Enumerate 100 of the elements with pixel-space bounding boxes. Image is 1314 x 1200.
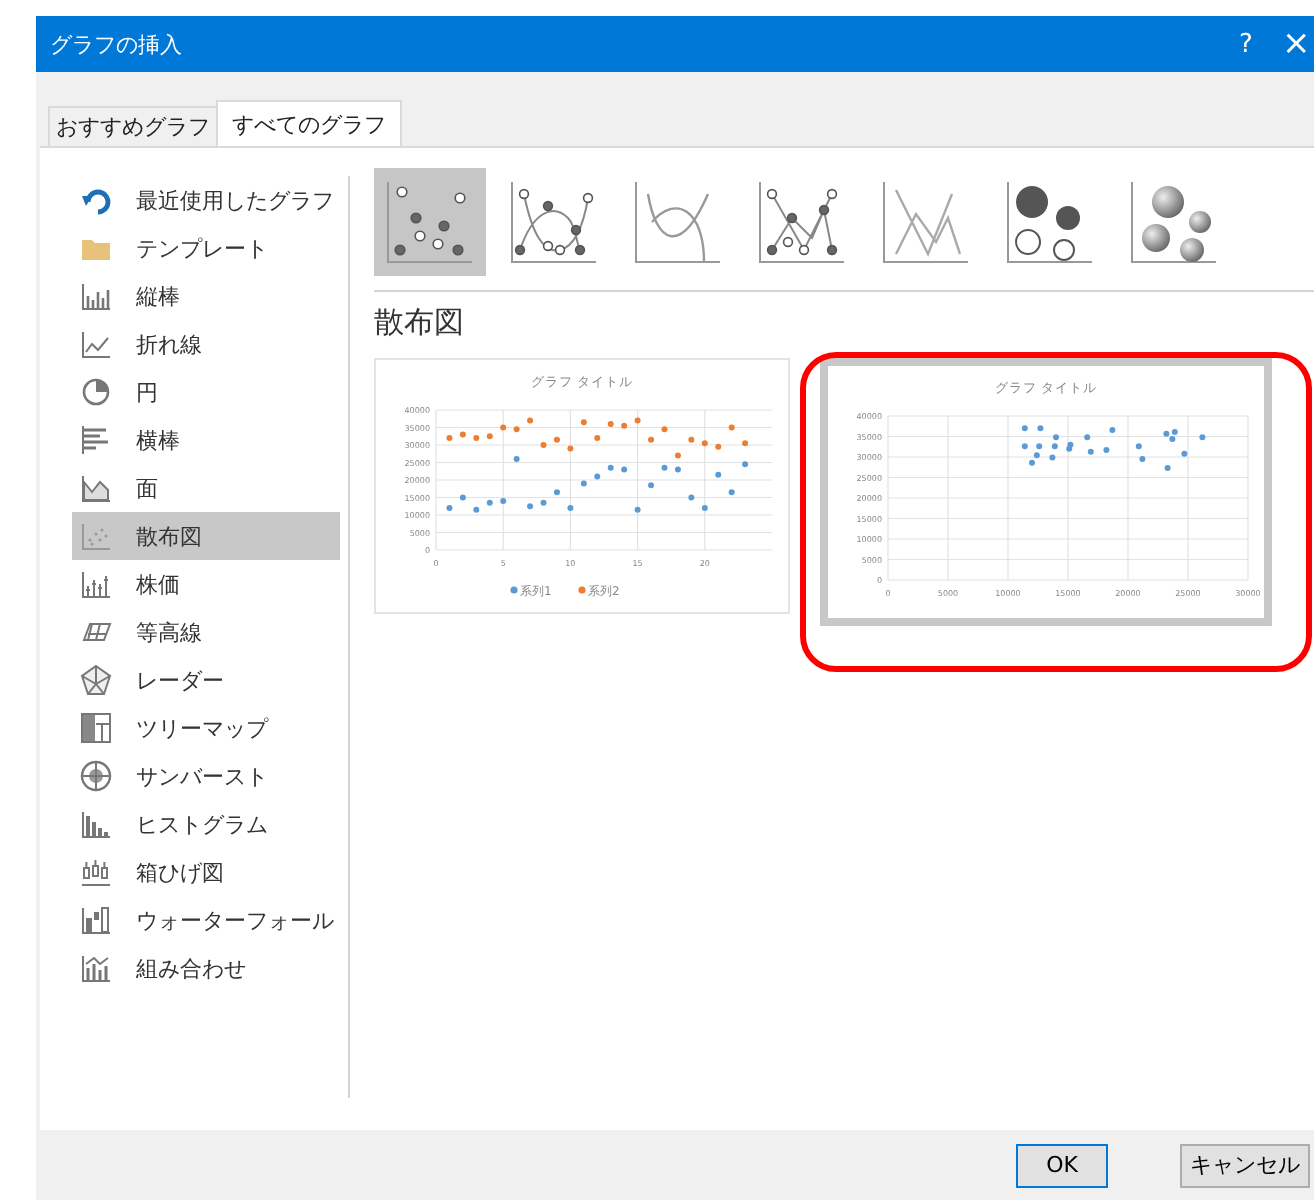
data-point [540, 499, 547, 506]
data-point [527, 503, 534, 510]
data-point [594, 473, 601, 480]
pie-chart-icon [80, 376, 112, 408]
data-point [1021, 425, 1028, 432]
data-point [580, 419, 587, 426]
data-point [1164, 465, 1171, 472]
data-point [621, 422, 628, 429]
data-point [594, 435, 601, 441]
data-point [486, 499, 493, 506]
data-point [473, 435, 480, 441]
combo-chart-icon [80, 952, 112, 984]
data-point [446, 505, 453, 511]
data-point [500, 498, 507, 504]
data-point [688, 436, 695, 443]
sidebar-item[interactable]: 円 [72, 368, 340, 416]
sidebar-item[interactable]: 横棒 [72, 416, 340, 464]
data-point [527, 417, 534, 424]
data-point [688, 494, 695, 501]
line-chart-icon [80, 328, 112, 360]
data-point [674, 466, 681, 473]
data-point [742, 440, 749, 447]
treemap-icon [80, 712, 112, 744]
column-chart-icon [80, 280, 112, 312]
data-point [567, 445, 574, 452]
sidebar-item[interactable]: 組み合わせ [72, 944, 340, 992]
sidebar-item[interactable]: 散布図 [72, 512, 340, 560]
data-point [500, 424, 507, 431]
sidebar-item[interactable]: サンバースト [72, 752, 340, 800]
sidebar-item[interactable]: 株価 [72, 560, 340, 608]
help-button[interactable]: ? [1234, 29, 1258, 59]
data-point [580, 480, 587, 487]
data-point [728, 424, 735, 431]
sidebar-item[interactable]: 折れ線 [72, 320, 340, 368]
sidebar-item[interactable]: テンプレート [72, 224, 340, 272]
data-point [634, 506, 641, 513]
data-point [621, 466, 628, 473]
section-title: 散布図 [374, 304, 466, 342]
histogram-icon [80, 808, 112, 840]
data-point [1087, 448, 1094, 455]
area-chart-icon [80, 472, 112, 504]
data-point [473, 506, 480, 513]
box-plot-icon [80, 856, 112, 888]
data-point [648, 436, 655, 443]
cancel-button[interactable]: キャンセル [1180, 1143, 1310, 1187]
data-point [701, 440, 708, 447]
data-point [1135, 443, 1142, 450]
bar-chart-icon [80, 424, 112, 456]
data-point [1037, 425, 1044, 432]
data-point [1103, 447, 1110, 454]
data-point [1049, 454, 1056, 461]
chart-type-button[interactable] [374, 168, 486, 276]
data-point [661, 464, 668, 471]
tab[interactable]: すべてのグラフ [216, 100, 402, 146]
data-point [513, 426, 520, 433]
close-button[interactable]: × [1282, 24, 1310, 64]
radar-chart-icon [80, 664, 112, 696]
undo-icon [80, 184, 112, 216]
data-point [1139, 456, 1146, 463]
data-point [607, 464, 614, 471]
sidebar-item[interactable]: 面 [72, 464, 340, 512]
data-point [1181, 450, 1188, 457]
scatter-chart-icon [80, 520, 112, 552]
data-point [1109, 426, 1116, 433]
sidebar-item[interactable]: 縦棒 [72, 272, 340, 320]
data-point [486, 433, 493, 440]
ok-button[interactable]: OK [1016, 1143, 1108, 1187]
data-point [674, 452, 681, 459]
data-point [661, 426, 668, 433]
data-point [513, 456, 520, 462]
stock-chart-icon [80, 568, 112, 600]
data-point [553, 489, 560, 496]
data-point [634, 417, 641, 424]
data-point [446, 435, 453, 441]
data-point [648, 482, 655, 489]
sidebar-item[interactable]: ヒストグラム [72, 800, 340, 848]
data-point [459, 494, 466, 501]
sidebar-item[interactable]: ツリーマップ [72, 704, 340, 752]
sidebar-item[interactable]: ウォーターフォール [72, 896, 340, 944]
data-point [701, 505, 708, 511]
data-point [553, 436, 560, 443]
data-point [715, 443, 722, 450]
waterfall-chart-icon [80, 904, 112, 936]
tab[interactable]: おすすめグラフ [48, 106, 218, 146]
window-title: グラフの挿入 [48, 29, 184, 59]
data-point [715, 471, 722, 478]
sidebar-item[interactable]: 等高線 [72, 608, 340, 656]
data-point [607, 421, 614, 427]
data-point [728, 489, 735, 496]
sunburst-icon [80, 760, 112, 792]
sidebar-item[interactable]: レーダー [72, 656, 340, 704]
data-point [567, 505, 574, 511]
data-point [459, 431, 466, 438]
sidebar-item[interactable]: 最近使用したグラフ [72, 176, 340, 224]
data-point [1021, 443, 1028, 450]
data-point [1199, 434, 1206, 441]
sidebar-item[interactable]: 箱ひげ図 [72, 848, 340, 896]
data-point [742, 461, 749, 468]
data-point [540, 442, 547, 448]
data-point [1084, 434, 1091, 441]
